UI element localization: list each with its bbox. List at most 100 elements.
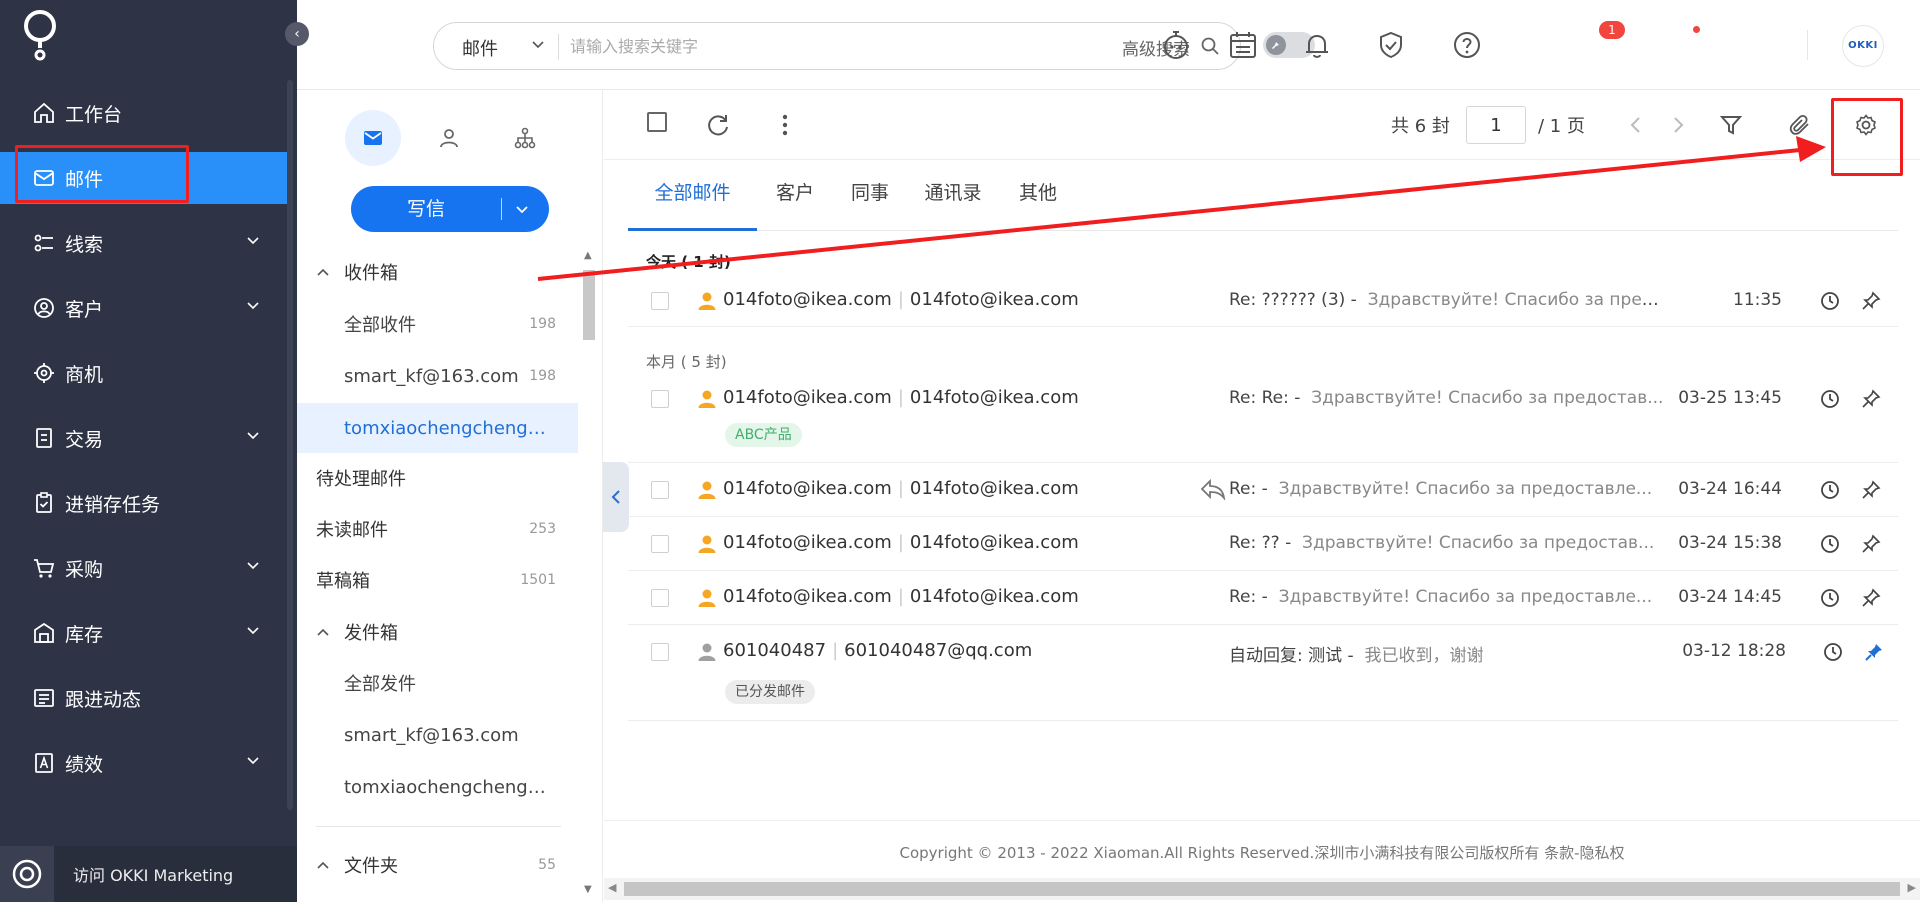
mail-row[interactable]: 014foto@ikea.com | 014foto@ikea.com Re: Re… — [628, 373, 1898, 463]
mail-checkbox[interactable] — [651, 643, 669, 661]
scroll-left-arrow-icon[interactable]: ◀ — [608, 881, 616, 894]
compose-button[interactable]: 写信 — [351, 186, 549, 232]
folder-count: 198 — [529, 368, 556, 384]
avatar[interactable]: OKKI — [1842, 25, 1884, 67]
chevron-down-icon[interactable] — [513, 200, 531, 218]
mail-checkbox[interactable] — [651, 481, 669, 499]
folder-group-folders[interactable]: 文件夹 55 — [297, 840, 578, 890]
mail-row[interactable]: 014foto@ikea.com | 014foto@ikea.com Re: ??… — [628, 275, 1898, 327]
chevron-down-icon — [247, 432, 259, 440]
next-page-icon[interactable] — [1663, 110, 1693, 140]
collapse-nav-button[interactable]: ‹ — [285, 22, 309, 46]
help-icon[interactable] — [1448, 26, 1486, 64]
clock-icon[interactable] — [1820, 588, 1840, 608]
mail-row[interactable]: 014foto@ikea.com | 014foto@ikea.com Re: - … — [628, 571, 1898, 625]
folder-label: 未读邮件 — [316, 520, 388, 541]
app-logo-icon[interactable] — [22, 6, 58, 62]
mail-checkbox[interactable] — [651, 589, 669, 607]
folder-account2-sent[interactable]: tomxiaochengcheng@a... — [297, 762, 578, 812]
okki-marketing-link[interactable]: 访问 OKKI Marketing — [0, 846, 297, 902]
nav-item-stock[interactable]: 库存 — [0, 607, 287, 659]
calendar-icon[interactable] — [1224, 26, 1262, 64]
refresh-icon[interactable] — [703, 110, 733, 140]
nav-item-customer[interactable]: 客户 — [0, 282, 287, 334]
pin-icon[interactable] — [1861, 480, 1881, 500]
clock-icon[interactable] — [1820, 534, 1840, 554]
pin-icon[interactable] — [1861, 534, 1881, 554]
search-input[interactable] — [570, 32, 1070, 60]
clock-icon[interactable] — [1820, 291, 1840, 311]
page-number-input[interactable] — [1466, 106, 1526, 144]
folder-group-inbox[interactable]: 收件箱 — [297, 247, 578, 297]
nav-item-inventory-task[interactable]: 进销存任务 — [0, 477, 287, 529]
mail-tag[interactable]: 已分发邮件 — [725, 680, 815, 704]
assistant-icon[interactable] — [1157, 26, 1195, 64]
shield-icon[interactable] — [1372, 26, 1410, 64]
folder-account1-inbox[interactable]: smart_kf@163.com 198 — [297, 351, 578, 401]
attachment-icon[interactable] — [1785, 110, 1815, 140]
mail-sender: 014foto@ikea.com | 014foto@ikea.com — [723, 289, 1079, 310]
pin-icon[interactable] — [1861, 588, 1881, 608]
folder-group-outbox[interactable]: 发件箱 — [297, 607, 578, 657]
mail-checkbox[interactable] — [651, 535, 669, 553]
contacts-mode-button[interactable] — [421, 110, 477, 166]
mail-tag[interactable]: ABC产品 — [725, 423, 802, 447]
folder-account2-inbox[interactable]: tomxiaochengcheng@a... — [297, 403, 578, 453]
filter-icon[interactable] — [1716, 110, 1746, 140]
prev-page-icon[interactable] — [1621, 110, 1651, 140]
customer-icon — [31, 295, 57, 321]
mail-row[interactable]: 014foto@ikea.com | 014foto@ikea.com Re: - … — [628, 463, 1898, 517]
scroll-right-arrow-icon[interactable]: ▶ — [1908, 881, 1916, 894]
tab-all-mail[interactable]: 全部邮件 — [628, 160, 757, 231]
contact-person-icon — [698, 589, 716, 607]
scrollbar-thumb[interactable] — [583, 270, 595, 340]
folder-account1-sent[interactable]: smart_kf@163.com — [297, 710, 578, 760]
folder-drafts[interactable]: 草稿箱 1501 — [297, 555, 578, 605]
mail-checkbox[interactable] — [651, 292, 669, 310]
okki-marketing-label: 访问 OKKI Marketing — [73, 866, 234, 885]
folder-all-sent[interactable]: 全部发件 — [297, 658, 578, 708]
org-mode-button[interactable] — [497, 110, 553, 166]
clock-icon[interactable] — [1823, 642, 1843, 662]
nav-item-workbench[interactable]: 工作台 — [0, 87, 287, 139]
nav-item-purchase[interactable]: 采购 — [0, 542, 287, 594]
mail-sender: 014foto@ikea.com | 014foto@ikea.com — [723, 478, 1079, 499]
scrollbar-thumb[interactable] — [624, 882, 1900, 896]
pin-icon[interactable] — [1861, 291, 1881, 311]
tab-address-book[interactable]: 通讯录 — [907, 160, 999, 231]
clock-icon[interactable] — [1820, 480, 1840, 500]
scroll-up-arrow-icon[interactable]: ▲ — [584, 250, 592, 261]
horizontal-scrollbar[interactable]: ◀ ▶ — [604, 878, 1920, 900]
scroll-down-arrow-icon[interactable]: ▼ — [584, 884, 592, 895]
mail-row[interactable]: 014foto@ikea.com | 014foto@ikea.com Re: ??… — [628, 517, 1898, 571]
folder-label: 文件夹 — [344, 856, 398, 877]
tab-other[interactable]: 其他 — [999, 160, 1077, 231]
folder-unread[interactable]: 未读邮件 253 — [297, 504, 578, 554]
footer-divider — [604, 820, 1920, 821]
pin-icon[interactable] — [1864, 642, 1884, 662]
chevron-down-icon[interactable] — [530, 36, 546, 52]
tab-customers[interactable]: 客户 — [757, 160, 833, 231]
select-all-checkbox[interactable] — [647, 112, 667, 132]
nav-item-performance[interactable]: 绩效 — [0, 737, 287, 789]
leads-icon — [31, 230, 57, 256]
nav-item-activity[interactable]: 跟进动态 — [0, 672, 287, 724]
nav-item-deal[interactable]: 交易 — [0, 412, 287, 464]
pin-icon[interactable] — [1861, 389, 1881, 409]
mail-row[interactable]: 601040487 | 601040487@qq.com 自动回复: 测试 - 我已… — [628, 625, 1898, 721]
folder-all-inbox[interactable]: 全部收件 198 — [297, 299, 578, 349]
nav-item-opportunity[interactable]: 商机 — [0, 347, 287, 399]
tab-colleagues[interactable]: 同事 — [833, 160, 907, 231]
folder-pending[interactable]: 待处理邮件 — [297, 453, 578, 503]
search-icon[interactable] — [1200, 36, 1220, 56]
more-options-icon[interactable] — [770, 110, 800, 140]
compose-label: 写信 — [406, 198, 445, 220]
nav-item-leads[interactable]: 线索 — [0, 217, 287, 269]
search-scope-select[interactable]: 邮件 — [462, 35, 498, 61]
mail-mode-button[interactable] — [345, 110, 401, 166]
folder-scrollbar[interactable]: ▲ ▼ — [581, 250, 597, 900]
bell-icon[interactable] — [1298, 26, 1336, 64]
nav-scrollbar[interactable] — [287, 80, 293, 810]
clock-icon[interactable] — [1820, 389, 1840, 409]
mail-checkbox[interactable] — [651, 390, 669, 408]
